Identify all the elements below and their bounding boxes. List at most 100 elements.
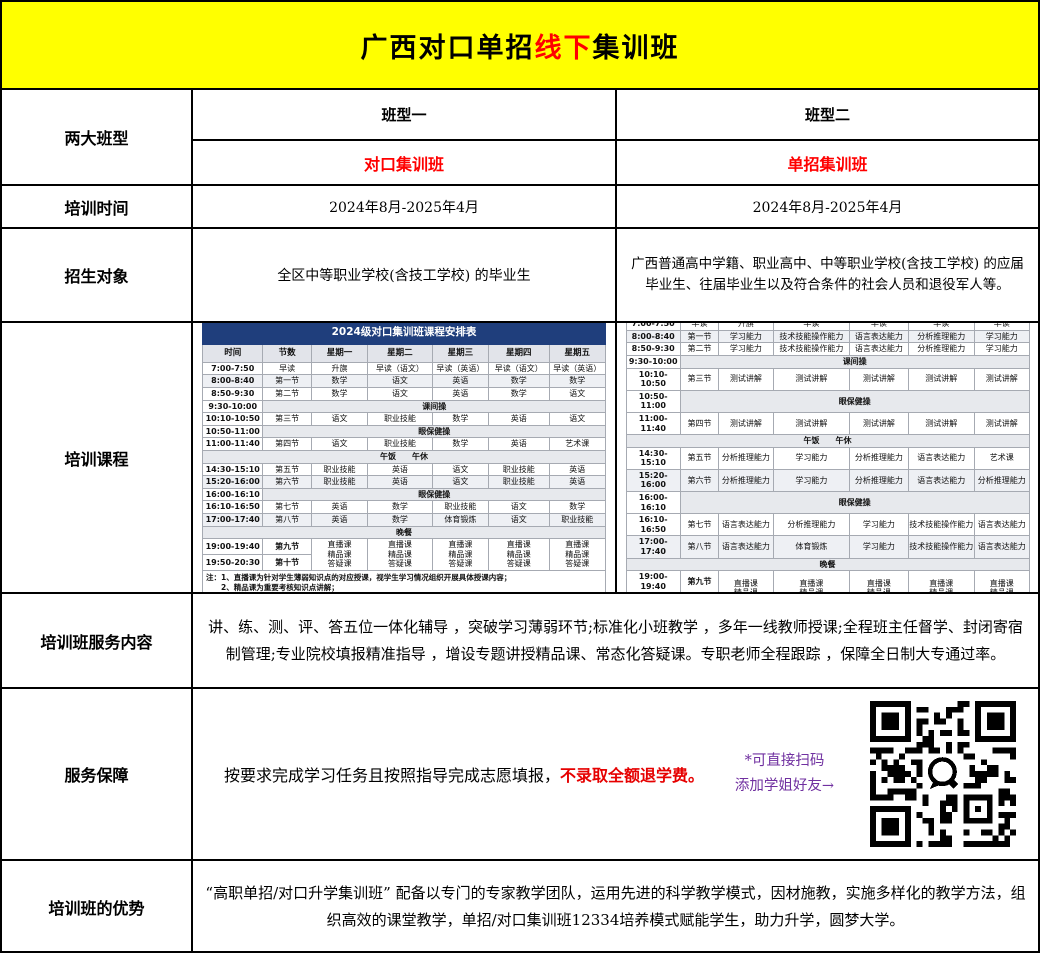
schedule-cell: 10:10-10:50	[626, 368, 680, 390]
label-advantages: 培训班的优势	[2, 861, 193, 952]
schedule-cell: 19:00-19:40	[626, 571, 680, 593]
schedule-cell: 第五节	[263, 463, 311, 476]
schedule-cell: 职业技能	[311, 476, 367, 489]
schedule-cell: 语言表达能力	[850, 330, 908, 343]
schedule-evening-cell: 直播课精品课答疑课	[311, 539, 367, 571]
schedule-activity: 晚餐	[203, 526, 606, 539]
qr-caption-line1: *可直接扫码	[717, 749, 852, 774]
schedule-cell: 分析推理能力	[850, 447, 908, 469]
label-schedule: 培训课程	[2, 323, 193, 594]
schedule-cell: 数学	[311, 388, 367, 401]
schedule-cell: 语文	[432, 476, 488, 489]
schedule-cell: 技术技能操作能力	[773, 330, 850, 343]
schedule-cell: 测试讲解	[908, 412, 974, 434]
schedule-cell: 英语	[368, 476, 432, 489]
schedule-cell: 第二节	[263, 388, 311, 401]
schedule-cell: 19:50-20:30	[203, 555, 263, 571]
schedule-col-header: 星期四	[489, 344, 549, 362]
schedule-cell-duikou: 2024级对口集训班课程安排表时间节数星期一星期二星期三星期四星期五7:00-7…	[193, 323, 617, 594]
schedule-cell: 19:00-19:40	[203, 539, 263, 555]
type1-title: 班型一	[193, 90, 617, 141]
schedule-cell: 9:30-10:00	[626, 355, 680, 368]
schedule-cell: 11:00-11:40	[203, 438, 263, 451]
schedule-cell: 语言表达能力	[719, 514, 773, 536]
schedule-cell: 第八节	[263, 513, 311, 526]
schedule-cell: 学习能力	[850, 514, 908, 536]
schedule-cell: 8:50-9:30	[203, 388, 263, 401]
schedule-cell: 英语	[432, 375, 488, 388]
schedule-cell: 职业技能	[549, 513, 605, 526]
schedule-cell: 职业技能	[489, 476, 549, 489]
schedule-evening-cell: 直播课精品课答疑课	[773, 571, 850, 594]
schedule-cell: 语文	[368, 388, 432, 401]
schedule-cell: 9:30-10:00	[203, 400, 263, 413]
schedule-cell: 数学	[549, 501, 605, 514]
schedule-table: 2024级对口集训班课程安排表时间节数星期一星期二星期三星期四星期五7:00-7…	[202, 323, 606, 594]
schedule-cell: 第六节	[263, 476, 311, 489]
guarantee-text: 按要求完成学习任务且按照指导完成志愿填报，不录取全额退学费。	[193, 762, 717, 786]
schedule-col-header: 星期一	[311, 344, 367, 362]
schedule-cell: 职业技能	[311, 463, 367, 476]
schedule-cell: 早读（语文）	[368, 362, 432, 375]
schedule-cell: 17:00-17:40	[203, 513, 263, 526]
schedule-cell: 10:50-11:00	[203, 425, 263, 438]
schedule-activity: 午饭 午休	[626, 435, 1029, 448]
schedule-cell: 第七节	[680, 514, 718, 536]
label-guarantee: 服务保障	[2, 689, 193, 861]
schedule-cell: 早读	[975, 323, 1029, 330]
schedule-activity: 眼保健操	[263, 425, 606, 438]
schedule-cell: 测试讲解	[908, 368, 974, 390]
title-highlight: 线下	[535, 33, 593, 64]
schedule-cell: 分析推理能力	[719, 447, 773, 469]
qr-caption: *可直接扫码 添加学姐好友→	[717, 749, 852, 798]
schedule-cell: 数学	[489, 388, 549, 401]
schedule-cell: 7:00-7:50	[626, 323, 680, 330]
duration-type1: 2024年8月-2025年4月	[193, 186, 617, 229]
schedule-cell: 数学	[489, 375, 549, 388]
title-banner: 广西对口单招线下集训班	[2, 2, 1038, 90]
main-table: 两大班型 班型一 班型二 对口集训班 单招集训班 培训时间 2024年8月-20…	[2, 90, 1038, 952]
schedule-cell: 职业技能	[489, 463, 549, 476]
schedule-cell: 语言表达能力	[908, 447, 974, 469]
schedule-cell: 测试讲解	[975, 412, 1029, 434]
schedule-cell: 语文	[489, 513, 549, 526]
schedule-cell: 职业技能	[432, 501, 488, 514]
schedule-evening-cell: 直播课精品课答疑课	[432, 539, 488, 571]
type2-name: 单招集训班	[617, 141, 1038, 186]
schedule-cell: 语文	[489, 501, 549, 514]
schedule-activity: 眼保健操	[680, 390, 1029, 412]
schedule-cell: 10:10-10:50	[203, 413, 263, 426]
schedule-cell-danzhao: 2024级单招集训班课程安排表时间节数星期一星期二星期三星期四星期五7:00-7…	[617, 323, 1038, 594]
schedule-cell: 分析推理能力	[908, 330, 974, 343]
schedule-cell: 数学	[549, 375, 605, 388]
label-services: 培训班服务内容	[2, 594, 193, 689]
schedule-evening-cell: 直播课精品课答疑课	[975, 571, 1029, 594]
schedule-cell: 早读（英语）	[432, 362, 488, 375]
schedule-cell: 学习能力	[773, 447, 850, 469]
schedule-cell: 第三节	[263, 413, 311, 426]
page-title: 广西对口单招线下集训班	[361, 26, 680, 65]
schedule-col-header: 时间	[203, 344, 263, 362]
schedule-cell: 早读	[773, 323, 850, 330]
label-target: 招生对象	[2, 229, 193, 323]
schedule-cell: 技术技能操作能力	[908, 536, 974, 558]
guarantee-text-black: 按要求完成学习任务且按照指导完成志愿填报，	[224, 766, 560, 785]
schedule-cell: 测试讲解	[719, 412, 773, 434]
duration-type2: 2024年8月-2025年4月	[617, 186, 1038, 229]
schedule-cell: 英语	[549, 476, 605, 489]
schedule-cell: 14:30-15:10	[626, 447, 680, 469]
schedule-col-header: 节数	[263, 344, 311, 362]
schedule-cell: 分析推理能力	[908, 343, 974, 356]
schedule-cell: 15:20-16:00	[626, 469, 680, 491]
schedule-cell: 16:10-16:50	[626, 514, 680, 536]
schedule-cell: 16:10-16:50	[203, 501, 263, 514]
schedule-cell: 技术技能操作能力	[908, 514, 974, 536]
target-type2: 广西普通高中学籍、职业高中、中等职业学校(含技工学校) 的应届毕业生、往届毕业生…	[617, 229, 1038, 323]
poster-page: 广西对口单招线下集训班 两大班型 班型一 班型二 对口集训班 单招集训班 培训时…	[0, 0, 1040, 953]
schedule-cell: 英语	[311, 513, 367, 526]
schedule-activity: 眼保健操	[680, 492, 1029, 514]
schedule-evening-cell: 直播课精品课答疑课	[850, 571, 908, 594]
schedule-cell: 7:00-7:50	[203, 362, 263, 375]
schedule-cell: 分析推理能力	[975, 469, 1029, 491]
schedule-cell: 早读	[908, 323, 974, 330]
